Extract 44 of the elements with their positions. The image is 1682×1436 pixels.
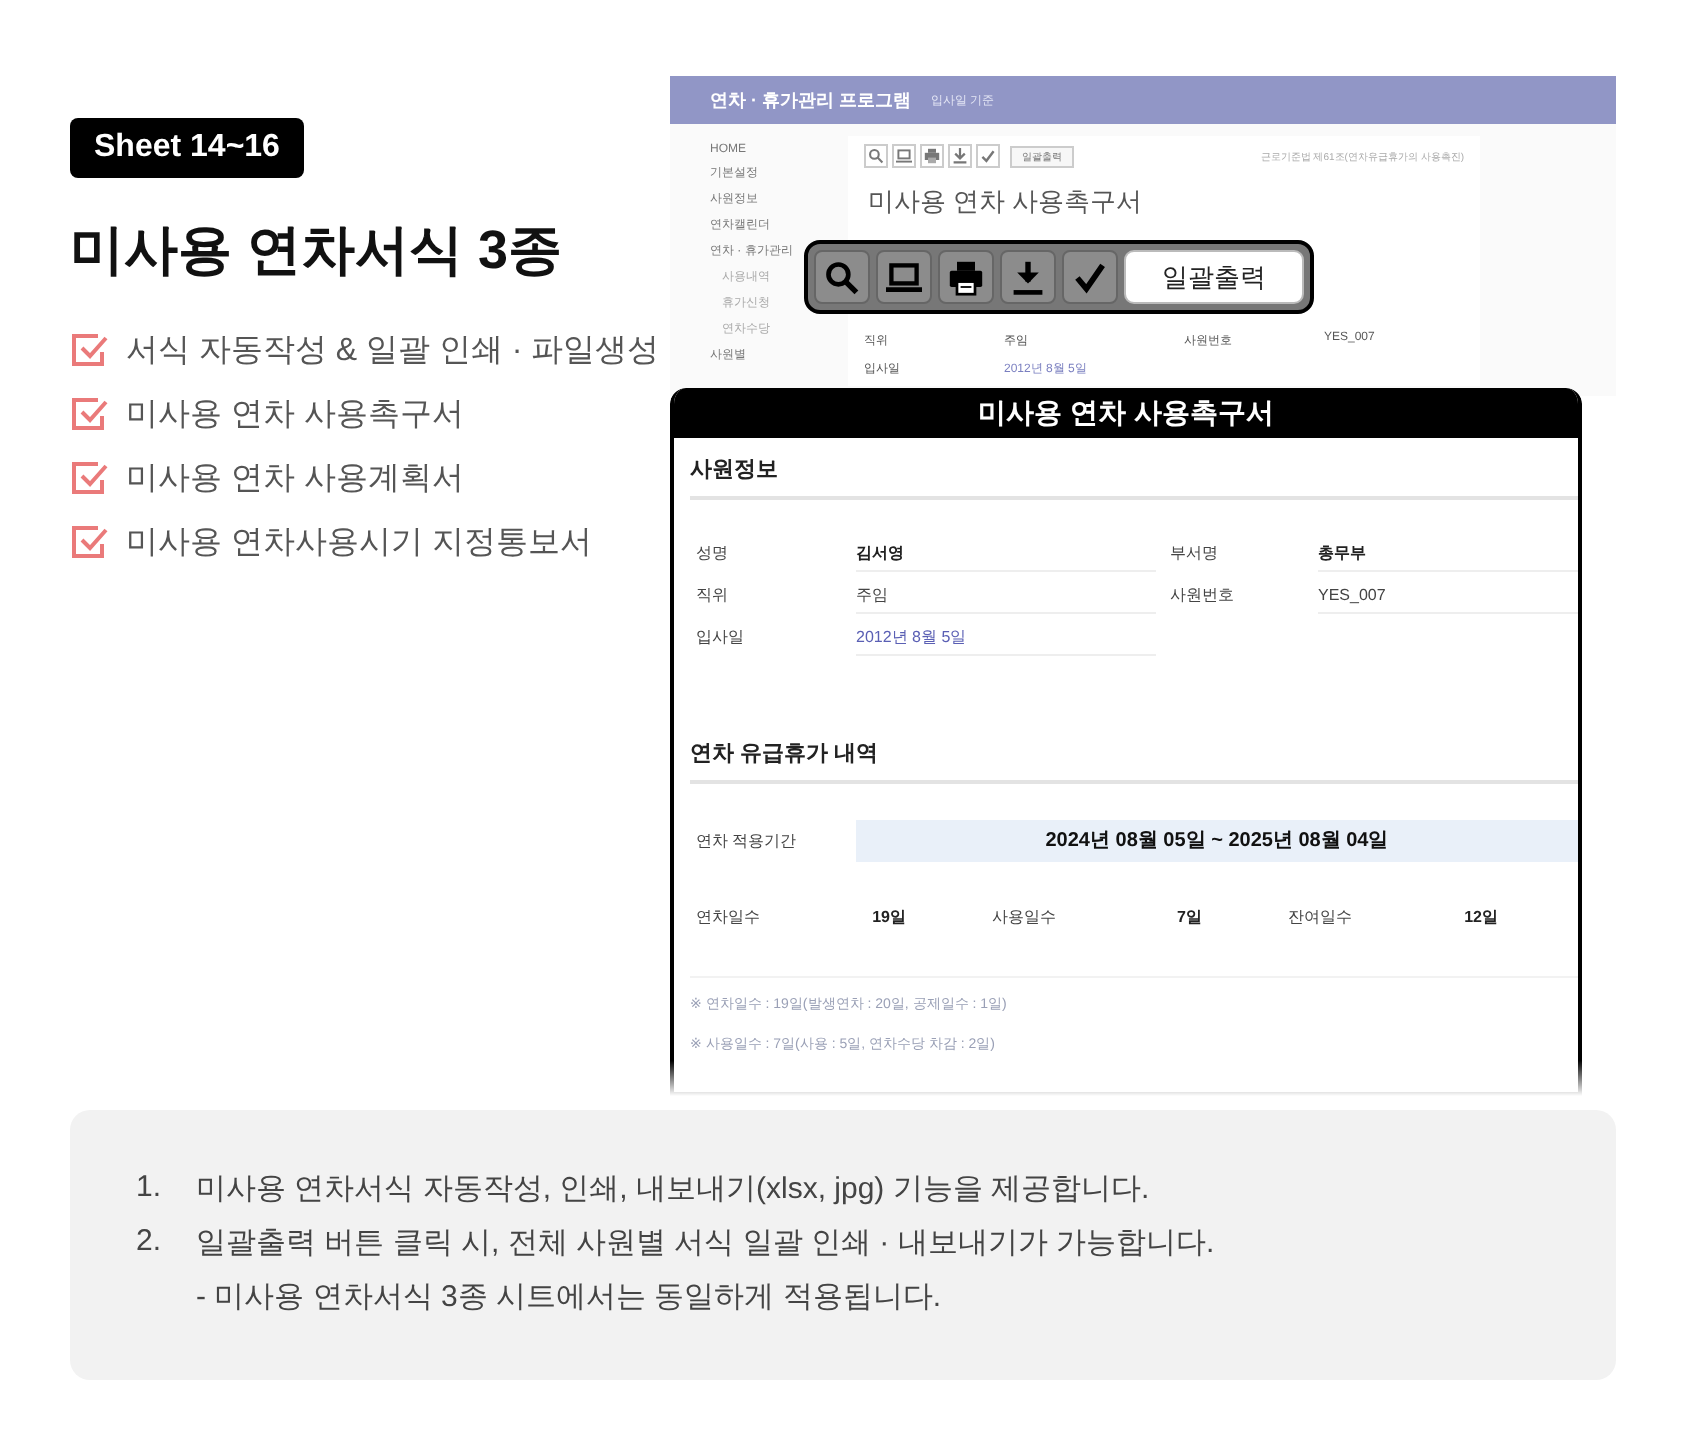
print-all-button[interactable]: 일괄출력 [1124,250,1304,304]
monitor-icon[interactable] [876,250,932,304]
search-icon[interactable] [814,250,870,304]
field-label: 성명 [694,542,730,564]
field-label: 잔여일수 [1286,906,1352,928]
note-text: 일괄출력 버튼 클릭 시, 전체 사원별 서식 일괄 인쇄 · 내보내기가 가능합니다. [196,1224,1215,1262]
document-title: 미사용 연차 사용촉구서 [868,184,1145,220]
program-title: 연차 · 휴가관리 프로그램 [710,87,911,113]
field-value: 총무부 [1318,535,1578,571]
checkbox-icon [70,460,110,496]
feature-text: 미사용 연차사용시기 지정통보서 [126,523,592,563]
field-value: 주임 [856,577,1156,613]
field-label: 직위 [694,584,730,606]
check-icon[interactable] [1062,250,1118,304]
field-value: YES_007 [1318,577,1578,613]
field-value: 19일 [870,906,908,928]
feature-text: 미사용 연차 사용계획서 [126,459,464,499]
section-heading: 연차 유급휴가 내역 [690,738,1578,784]
page-title: 미사용 연차서식 3종 [70,218,563,284]
field-value: 12일 [1462,906,1500,928]
print-icon[interactable] [938,250,994,304]
field-value: 2012년 8월 5일 [856,619,1156,655]
field-label: 연차 적용기간 [694,830,799,852]
checkbox-icon [70,332,110,368]
section-heading: 사원정보 [690,454,1578,500]
field-value: 7일 [1175,906,1204,928]
note-text: - 미사용 연차서식 3종 시트에서는 동일하게 적용됩니다. [196,1278,944,1316]
checkbox-icon [70,524,110,560]
note-text: 미사용 연차서식 자동작성, 인쇄, 내보내기(xlsx, jpg) 기능을 제공합니다. [196,1170,1150,1208]
feature-text: 서식 자동작성 & 일괄 인쇄 · 파일생성 [126,331,660,371]
feature-text: 미사용 연차 사용촉구서 [126,395,464,435]
period-value: 2024년 08월 05일 ~ 2025년 08월 04일 [856,820,1578,862]
field-label: 사원번호 [1168,584,1236,606]
list-number: 2. [136,1224,164,1262]
form-title: 미사용 연차 사용촉구서 [674,388,1578,438]
checkbox-icon [70,396,110,432]
list-number: 1. [136,1170,164,1208]
field-label: 입사일 [694,626,746,648]
download-icon[interactable] [1000,250,1056,304]
field-label: 사용일수 [990,906,1056,928]
field-label: 부서명 [1168,542,1220,564]
field-label: 연차일수 [694,906,760,928]
sheet-badge: Sheet 14~16 [70,118,304,178]
field-value: 김서영 [856,535,1156,571]
